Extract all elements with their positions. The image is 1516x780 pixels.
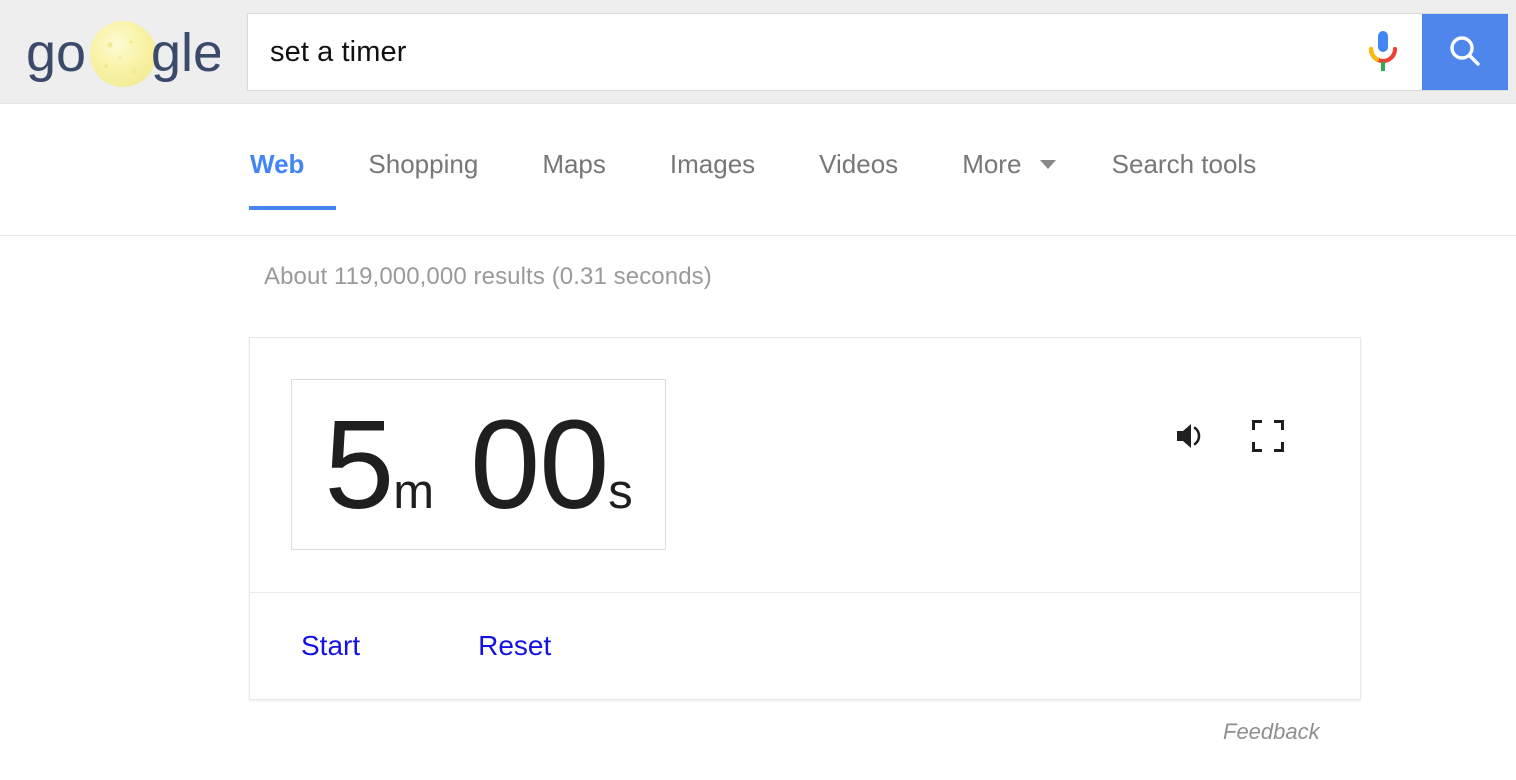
svg-text:gle: gle [151,23,220,83]
sound-toggle-button[interactable] [1173,417,1211,455]
timer-display-area: 5 m 00 s [250,338,1360,593]
svg-text:go: go [26,23,86,83]
timer-start-button[interactable]: Start [301,630,360,662]
timer-reset-button[interactable]: Reset [478,630,551,662]
tab-more[interactable]: More [962,149,1056,179]
tab-shopping-label: Shopping [368,149,479,179]
timer-seconds-unit: s [608,464,633,519]
tab-shopping[interactable]: Shopping [368,149,478,179]
result-stats: About 119,000,000 results (0.31 seconds) [264,263,712,290]
chevron-down-icon [1039,160,1056,169]
tab-images[interactable]: Images [670,149,755,179]
speaker-volume-icon [1177,424,1201,448]
google-doodle-svg: go gle [26,21,223,87]
google-doodle-logo[interactable]: go gle [24,18,223,88]
tab-search-tools-label: Search tools [1111,149,1257,179]
timer-seconds: 00 [470,393,609,535]
search-tabs: Web Shopping Maps Images Videos More Sea… [248,104,1257,235]
timer-action-row: Start Reset [250,593,1360,699]
tab-more-label: More [962,149,1022,179]
search-input[interactable] [248,14,1344,90]
timer-widget-card: 5 m 00 s Start Reset [249,337,1361,700]
search-submit-button[interactable] [1422,14,1508,90]
tab-web[interactable]: Web [248,149,337,210]
timer-minutes: 5 [324,393,394,535]
tab-videos[interactable]: Videos [819,149,898,179]
search-tabs-bar: Web Shopping Maps Images Videos More Sea… [0,104,1516,236]
tab-images-label: Images [669,149,756,179]
fullscreen-button[interactable] [1249,417,1287,455]
search-icon [1450,36,1480,66]
tab-web-label: Web [250,149,305,179]
feedback-link[interactable]: Feedback [1223,719,1320,745]
page-header: go gle [0,0,1516,104]
timer-icon-controls [1173,417,1287,455]
voice-search-button[interactable] [1344,14,1422,90]
microphone-icon [1368,31,1398,71]
fullscreen-icon [1252,420,1284,452]
tab-maps[interactable]: Maps [542,149,606,179]
tab-search-tools[interactable]: Search tools [1112,149,1257,179]
tab-videos-label: Videos [819,149,899,179]
timer-readout: 5 m 00 s [324,393,633,535]
search-bar[interactable] [247,13,1508,91]
timer-value-box[interactable]: 5 m 00 s [291,379,666,550]
timer-minutes-unit: m [393,464,435,519]
tab-maps-label: Maps [542,149,606,179]
